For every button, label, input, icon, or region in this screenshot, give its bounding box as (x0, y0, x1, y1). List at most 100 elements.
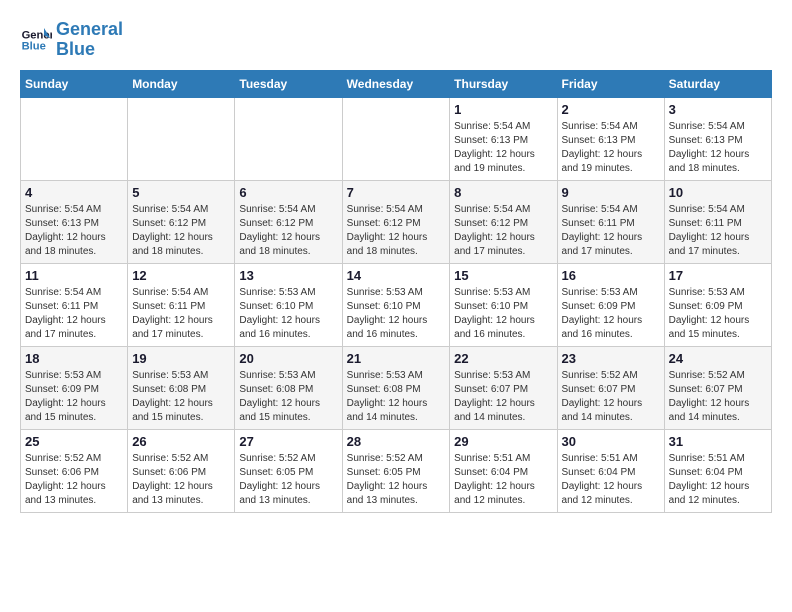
day-number: 6 (239, 185, 337, 200)
day-info: Sunrise: 5:51 AM Sunset: 6:04 PM Dayligh… (669, 452, 767, 508)
day-info: Sunrise: 5:54 AM Sunset: 6:13 PM Dayligh… (669, 120, 767, 176)
calendar-cell: 30Sunrise: 5:51 AM Sunset: 6:04 PM Dayli… (557, 429, 664, 512)
day-info: Sunrise: 5:54 AM Sunset: 6:11 PM Dayligh… (669, 203, 767, 259)
day-of-week-header: Sunday (21, 70, 128, 97)
day-of-week-header: Wednesday (342, 70, 450, 97)
calendar-cell: 5 Sunrise: 5:54 AM Sunset: 6:12 PM Daylig… (128, 180, 235, 263)
day-info: Sunrise: 5:53 AM Sunset: 6:07 PM Dayligh… (454, 369, 552, 425)
day-number: 20 (239, 351, 337, 366)
calendar-cell: 12Sunrise: 5:54 AM Sunset: 6:11 PM Dayli… (128, 263, 235, 346)
calendar-cell: 11 Sunrise: 5:54 AM Sunset: 6:11 PM Dayli… (21, 263, 128, 346)
calendar-cell: 18 Sunrise: 5:53 AM Sunset: 6:09 PM Dayli… (21, 346, 128, 429)
day-number: 28 (347, 434, 446, 449)
calendar-cell: 31Sunrise: 5:51 AM Sunset: 6:04 PM Dayli… (664, 429, 771, 512)
day-info: Sunrise: 5:53 AM Sunset: 6:10 PM Dayligh… (239, 286, 337, 342)
day-of-week-header: Thursday (450, 70, 557, 97)
calendar-cell: 14 Sunrise: 5:53 AM Sunset: 6:10 PM Dayli… (342, 263, 450, 346)
logo: General Blue GeneralBlue (20, 20, 123, 60)
day-number: 27 (239, 434, 337, 449)
day-number: 19 (132, 351, 230, 366)
day-info: Sunrise: 5:54 AM Sunset: 6:12 PM Dayligh… (132, 203, 230, 259)
day-of-week-header: Friday (557, 70, 664, 97)
calendar-cell: 27Sunrise: 5:52 AM Sunset: 6:05 PM Dayli… (235, 429, 342, 512)
day-number: 21 (347, 351, 446, 366)
calendar-cell: 4 Sunrise: 5:54 AM Sunset: 6:13 PM Daylig… (21, 180, 128, 263)
day-number: 24 (669, 351, 767, 366)
calendar-week-row: 25Sunrise: 5:52 AM Sunset: 6:06 PM Dayli… (21, 429, 772, 512)
calendar-cell: 23 Sunrise: 5:52 AM Sunset: 6:07 PM Dayli… (557, 346, 664, 429)
calendar-cell: 26 Sunrise: 5:52 AM Sunset: 6:06 PM Dayli… (128, 429, 235, 512)
calendar-cell: 1 Sunrise: 5:54 AM Sunset: 6:13 PM Daylig… (450, 97, 557, 180)
day-info: Sunrise: 5:52 AM Sunset: 6:05 PM Dayligh… (347, 452, 446, 508)
day-info: Sunrise: 5:54 AM Sunset: 6:11 PM Dayligh… (25, 286, 123, 342)
calendar-cell: 29 Sunrise: 5:51 AM Sunset: 6:04 PM Dayli… (450, 429, 557, 512)
day-number: 17 (669, 268, 767, 283)
day-info: Sunrise: 5:52 AM Sunset: 6:07 PM Dayligh… (562, 369, 660, 425)
calendar-header-row: SundayMondayTuesdayWednesdayThursdayFrid… (21, 70, 772, 97)
day-info: Sunrise: 5:51 AM Sunset: 6:04 PM Dayligh… (454, 452, 552, 508)
calendar-cell: 10 Sunrise: 5:54 AM Sunset: 6:11 PM Dayli… (664, 180, 771, 263)
day-number: 1 (454, 102, 552, 117)
calendar-week-row: 18 Sunrise: 5:53 AM Sunset: 6:09 PM Dayli… (21, 346, 772, 429)
day-info: Sunrise: 5:54 AM Sunset: 6:11 PM Dayligh… (562, 203, 660, 259)
calendar-week-row: 1 Sunrise: 5:54 AM Sunset: 6:13 PM Daylig… (21, 97, 772, 180)
calendar-cell: 15Sunrise: 5:53 AM Sunset: 6:10 PM Dayli… (450, 263, 557, 346)
day-info: Sunrise: 5:53 AM Sunset: 6:09 PM Dayligh… (562, 286, 660, 342)
calendar-cell: 22 Sunrise: 5:53 AM Sunset: 6:07 PM Dayli… (450, 346, 557, 429)
day-info: Sunrise: 5:53 AM Sunset: 6:08 PM Dayligh… (347, 369, 446, 425)
day-info: Sunrise: 5:54 AM Sunset: 6:13 PM Dayligh… (25, 203, 123, 259)
calendar-week-row: 11 Sunrise: 5:54 AM Sunset: 6:11 PM Dayli… (21, 263, 772, 346)
day-info: Sunrise: 5:54 AM Sunset: 6:13 PM Dayligh… (454, 120, 552, 176)
calendar-cell (235, 97, 342, 180)
day-number: 18 (25, 351, 123, 366)
day-number: 29 (454, 434, 552, 449)
day-number: 13 (239, 268, 337, 283)
calendar-cell: 25Sunrise: 5:52 AM Sunset: 6:06 PM Dayli… (21, 429, 128, 512)
day-number: 4 (25, 185, 123, 200)
calendar-cell: 28 Sunrise: 5:52 AM Sunset: 6:05 PM Dayli… (342, 429, 450, 512)
day-number: 23 (562, 351, 660, 366)
day-number: 15 (454, 268, 552, 283)
day-number: 5 (132, 185, 230, 200)
calendar-cell: 6Sunrise: 5:54 AM Sunset: 6:12 PM Daylig… (235, 180, 342, 263)
day-info: Sunrise: 5:53 AM Sunset: 6:08 PM Dayligh… (132, 369, 230, 425)
svg-text:Blue: Blue (22, 40, 46, 52)
calendar-cell: 9Sunrise: 5:54 AM Sunset: 6:11 PM Daylig… (557, 180, 664, 263)
calendar-cell: 3Sunrise: 5:54 AM Sunset: 6:13 PM Daylig… (664, 97, 771, 180)
day-info: Sunrise: 5:52 AM Sunset: 6:06 PM Dayligh… (25, 452, 123, 508)
calendar-cell: 13 Sunrise: 5:53 AM Sunset: 6:10 PM Dayli… (235, 263, 342, 346)
day-number: 11 (25, 268, 123, 283)
day-number: 8 (454, 185, 552, 200)
day-of-week-header: Saturday (664, 70, 771, 97)
day-number: 22 (454, 351, 552, 366)
day-info: Sunrise: 5:53 AM Sunset: 6:09 PM Dayligh… (669, 286, 767, 342)
calendar-table: SundayMondayTuesdayWednesdayThursdayFrid… (20, 70, 772, 513)
day-info: Sunrise: 5:53 AM Sunset: 6:09 PM Dayligh… (25, 369, 123, 425)
day-info: Sunrise: 5:53 AM Sunset: 6:10 PM Dayligh… (347, 286, 446, 342)
day-info: Sunrise: 5:52 AM Sunset: 6:07 PM Dayligh… (669, 369, 767, 425)
logo-text: GeneralBlue (56, 20, 123, 60)
day-number: 10 (669, 185, 767, 200)
calendar-cell: 24 Sunrise: 5:52 AM Sunset: 6:07 PM Dayli… (664, 346, 771, 429)
calendar-cell: 16Sunrise: 5:53 AM Sunset: 6:09 PM Dayli… (557, 263, 664, 346)
day-number: 26 (132, 434, 230, 449)
calendar-cell (128, 97, 235, 180)
day-info: Sunrise: 5:53 AM Sunset: 6:08 PM Dayligh… (239, 369, 337, 425)
calendar-cell: 2 Sunrise: 5:54 AM Sunset: 6:13 PM Daylig… (557, 97, 664, 180)
day-info: Sunrise: 5:54 AM Sunset: 6:13 PM Dayligh… (562, 120, 660, 176)
calendar-cell: 17 Sunrise: 5:53 AM Sunset: 6:09 PM Dayli… (664, 263, 771, 346)
day-number: 7 (347, 185, 446, 200)
calendar-cell (21, 97, 128, 180)
day-number: 14 (347, 268, 446, 283)
day-info: Sunrise: 5:51 AM Sunset: 6:04 PM Dayligh… (562, 452, 660, 508)
day-number: 12 (132, 268, 230, 283)
calendar-cell (342, 97, 450, 180)
day-info: Sunrise: 5:54 AM Sunset: 6:12 PM Dayligh… (347, 203, 446, 259)
day-info: Sunrise: 5:54 AM Sunset: 6:12 PM Dayligh… (454, 203, 552, 259)
day-info: Sunrise: 5:52 AM Sunset: 6:06 PM Dayligh… (132, 452, 230, 508)
day-of-week-header: Monday (128, 70, 235, 97)
day-number: 2 (562, 102, 660, 117)
logo-icon: General Blue (20, 24, 52, 56)
calendar-cell: 19 Sunrise: 5:53 AM Sunset: 6:08 PM Dayli… (128, 346, 235, 429)
calendar-cell: 8 Sunrise: 5:54 AM Sunset: 6:12 PM Daylig… (450, 180, 557, 263)
